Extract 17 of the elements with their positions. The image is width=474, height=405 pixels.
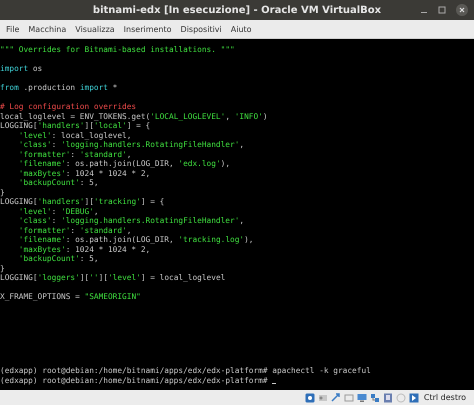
close-icon[interactable] — [456, 4, 468, 16]
network-icon — [370, 392, 380, 402]
text-cursor — [272, 382, 276, 384]
display-icon — [356, 392, 367, 402]
window-title: bitnami-edx [In esecuzione] - Oracle VM VirtualBox — [92, 4, 382, 16]
menu-item[interactable]: Visualizza — [75, 24, 115, 34]
mouse-integration-icon — [408, 392, 419, 402]
disk-icon — [304, 392, 315, 402]
host-key-label: Ctrl destro — [424, 393, 466, 402]
menu-item[interactable]: Macchina — [28, 24, 66, 34]
maximize-icon[interactable] — [438, 6, 446, 14]
menu-item[interactable]: Inserimento — [124, 24, 172, 34]
menu-item[interactable]: Dispositivi — [180, 24, 222, 34]
usb-icon — [330, 392, 341, 402]
menu-item[interactable]: Aiuto — [230, 24, 252, 34]
menu-item[interactable]: File — [6, 24, 20, 34]
folder-icon — [344, 392, 354, 402]
